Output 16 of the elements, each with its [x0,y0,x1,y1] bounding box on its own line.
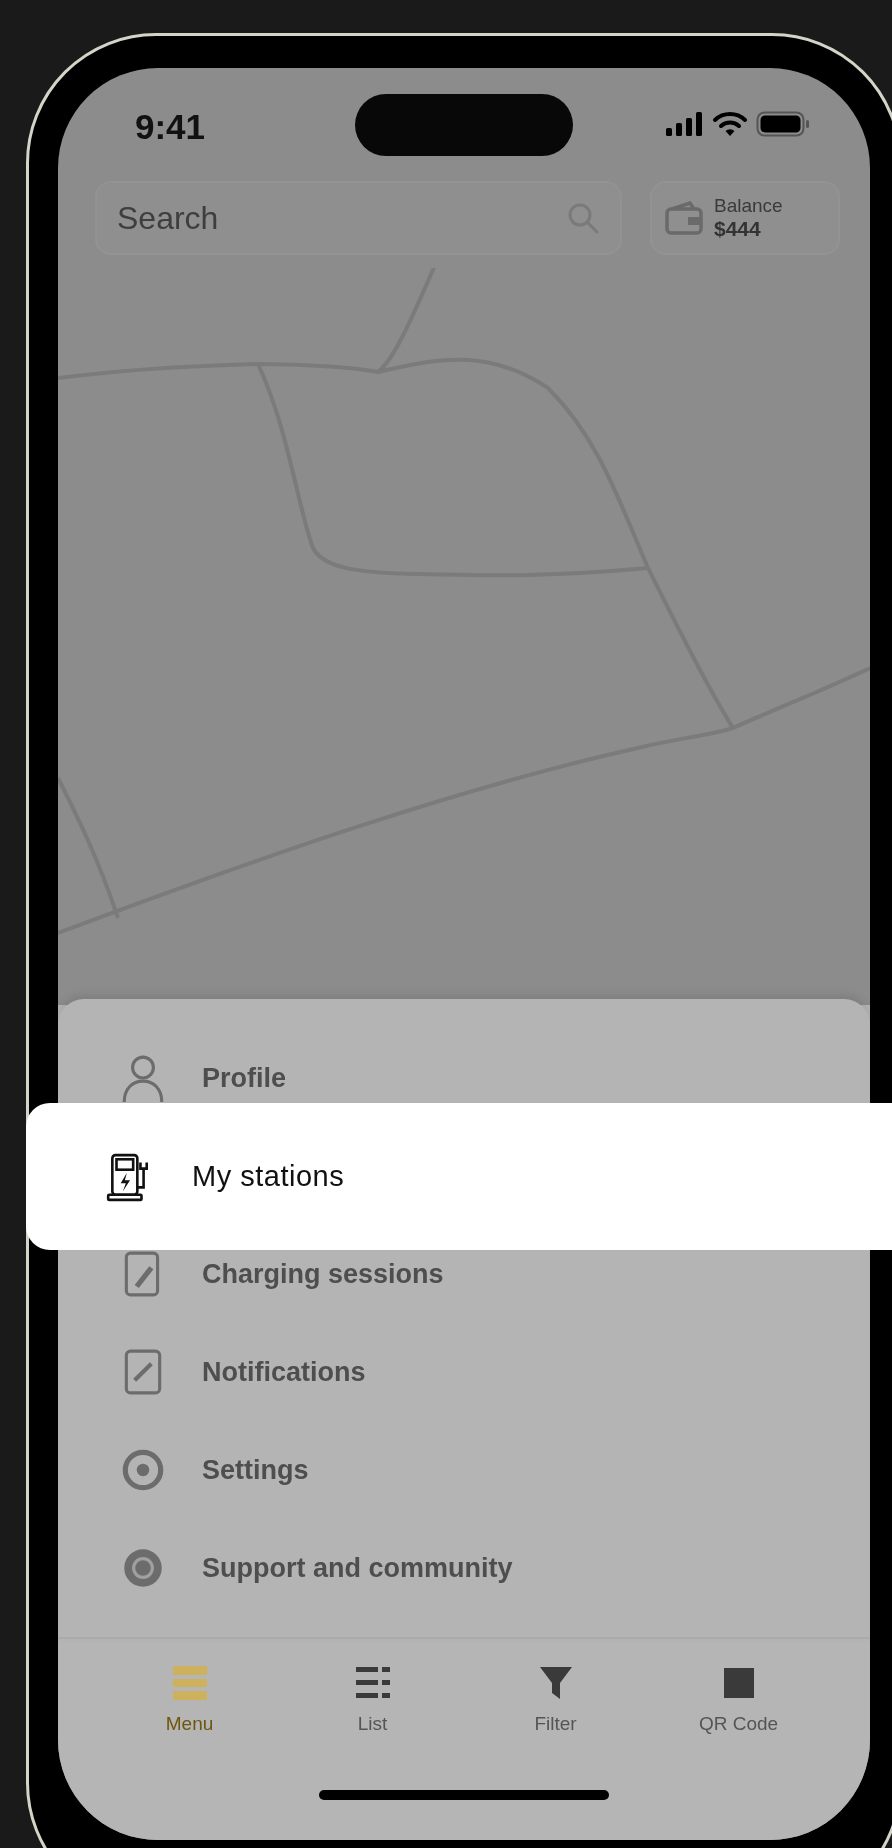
search-field[interactable]: Search [95,181,622,255]
signal-icon [666,112,704,136]
wallet-icon [664,200,704,236]
tab[interactable]: Menu [129,1663,250,1735]
tab[interactable]: Filter [495,1663,616,1735]
tab[interactable]: QR Code [678,1663,799,1735]
battery-icon [756,111,810,137]
tab[interactable]: List [312,1663,433,1735]
wifi-icon [713,111,747,137]
menu-item[interactable]: Support and community [58,1519,870,1617]
balance-button[interactable]: Balance $444 [650,181,840,255]
highlighted-menu-item[interactable]: My stations [26,1103,892,1250]
person-icon [120,1053,166,1103]
menu-item[interactable]: Settings [58,1421,870,1519]
status-time: 9:41 [135,107,206,147]
menu-item[interactable]: Notifications [58,1323,870,1421]
